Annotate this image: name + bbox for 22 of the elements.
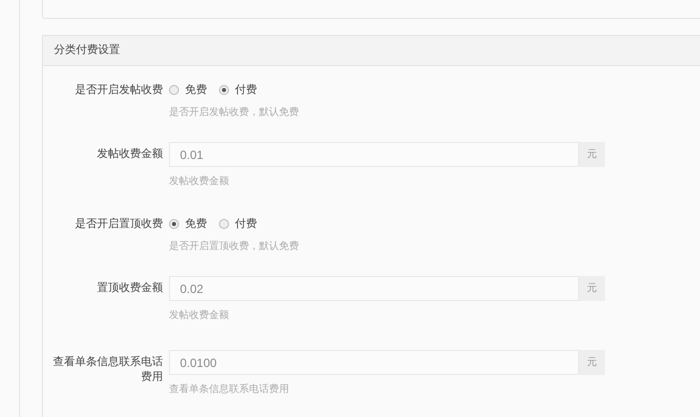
radio-option[interactable]: 付费 (219, 216, 257, 232)
radio-icon[interactable] (169, 219, 179, 229)
field-label: 是否开启发帖收费 (74, 82, 163, 98)
field-label: 置顶收费金额 (96, 281, 163, 296)
radio-icon[interactable] (219, 85, 229, 95)
help-text: 是否开启发帖收费，默认免费 (169, 106, 299, 120)
help-text: 发帖收费金额 (169, 308, 230, 323)
radio-option[interactable]: 付费 (219, 82, 257, 98)
currency-addon: 元 (579, 142, 605, 167)
help-text: 发帖收费金额 (169, 174, 230, 189)
radio-option[interactable]: 免费 (169, 216, 207, 232)
field-label: 发帖收费金额 (96, 147, 163, 162)
panel-title: 分类付费设置 (54, 43, 120, 58)
help-text: 查看单条信息联系电话费用 (169, 382, 290, 397)
currency-addon: 元 (579, 276, 605, 301)
currency-addon: 元 (579, 350, 605, 375)
radio-option[interactable]: 免费 (169, 82, 207, 98)
radio-icon[interactable] (169, 85, 179, 95)
field-label: 是否开启置顶收费 (74, 216, 163, 232)
field-label: 查看单条信息联系电话费用 (52, 355, 163, 385)
radio-icon[interactable] (219, 219, 229, 229)
help-text: 是否开启置顶收费，默认免费 (169, 240, 299, 254)
